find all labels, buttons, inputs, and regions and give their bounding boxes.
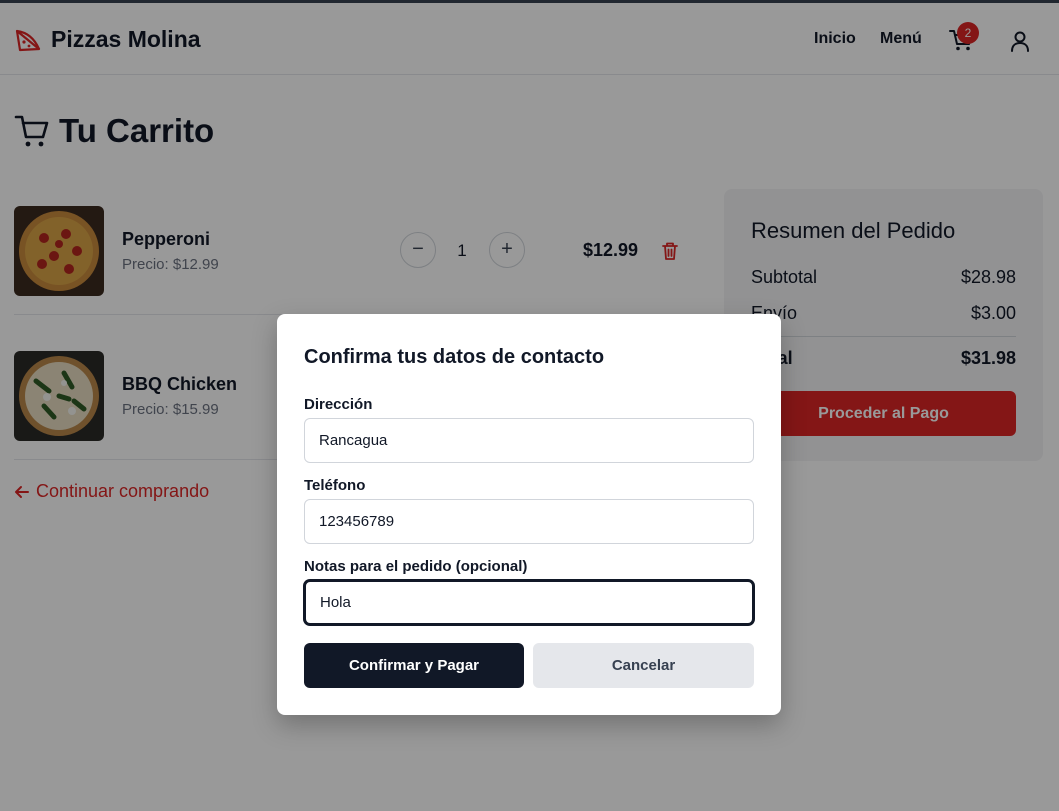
- confirm-and-pay-button[interactable]: Confirmar y Pagar: [304, 643, 524, 688]
- cancel-button[interactable]: Cancelar: [533, 643, 754, 688]
- phone-field[interactable]: [304, 499, 754, 544]
- order-notes-field[interactable]: [304, 580, 754, 625]
- phone-label: Teléfono: [304, 477, 366, 494]
- address-label: Dirección: [304, 396, 373, 413]
- address-field[interactable]: [304, 418, 754, 463]
- modal-title: Confirma tus datos de contacto: [304, 346, 605, 368]
- contact-details-modal: Confirma tus datos de contacto Dirección…: [277, 314, 781, 715]
- order-notes-label: Notas para el pedido (opcional): [304, 558, 528, 575]
